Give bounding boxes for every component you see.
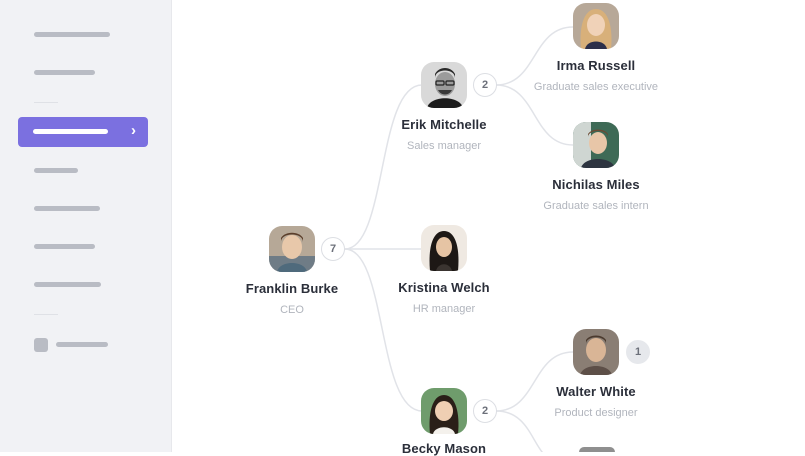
avatar-becky[interactable] [421, 388, 467, 434]
person-role: Sales manager [407, 140, 481, 152]
node-kristina: Kristina Welch HR manager [374, 280, 514, 315]
avatar-nichilas[interactable] [573, 122, 619, 168]
avatar-franklin[interactable] [269, 226, 315, 272]
sidebar-item-active[interactable]: › [18, 117, 148, 147]
person-role: CEO [280, 304, 304, 316]
sidebar-item-7[interactable] [56, 342, 108, 347]
erik-report-count[interactable]: 2 [473, 73, 497, 97]
sidebar-item-2[interactable] [34, 70, 95, 75]
avatar-erik[interactable] [421, 62, 467, 108]
sidebar-item-3[interactable] [34, 168, 78, 173]
person-name: Erik Mitchelle [401, 117, 487, 132]
sidebar-item-1[interactable] [34, 32, 110, 37]
node-irma: Irma Russell Graduate sales executive [526, 58, 666, 93]
avatar-walter[interactable] [573, 329, 619, 375]
walter-report-count[interactable]: 1 [626, 340, 650, 364]
chevron-right-icon: › [131, 122, 136, 139]
person-name: Walter White [556, 384, 636, 399]
franklin-report-count[interactable]: 7 [321, 237, 345, 261]
avatar-partial[interactable] [579, 447, 615, 452]
connector-franklin-erik [344, 84, 423, 250]
sidebar-item-6[interactable] [34, 282, 101, 287]
node-erik: Erik Mitchelle Sales manager [374, 117, 514, 152]
person-name: Irma Russell [556, 58, 636, 73]
sidebar-item-4[interactable] [34, 206, 100, 211]
sidebar-item-5[interactable] [34, 244, 95, 249]
person-role: Graduate sales executive [533, 81, 659, 93]
person-name: Becky Mason [401, 441, 487, 456]
sidebar-active-label-placeholder [33, 129, 108, 134]
person-name: Franklin Burke [245, 281, 339, 296]
org-chart-canvas: 7 Franklin Burke CEO 2 Erik Mitchelle Sa… [172, 0, 805, 456]
person-role: Product designer [554, 407, 638, 419]
node-nichilas: Nichilas Miles Graduate sales intern [526, 177, 666, 212]
person-name: Kristina Welch [398, 280, 490, 295]
becky-report-count[interactable]: 2 [473, 399, 497, 423]
sidebar-square-icon [34, 338, 48, 352]
avatar-kristina[interactable] [421, 225, 467, 271]
connector-lines [344, 26, 574, 452]
node-walter: Walter White Product designer [526, 384, 666, 419]
sidebar: › [0, 0, 172, 452]
avatar-irma[interactable] [573, 3, 619, 49]
sidebar-divider [34, 102, 58, 103]
person-role: HR manager [412, 303, 476, 315]
person-role: Graduate sales intern [543, 200, 649, 212]
connector-franklin-becky [344, 248, 423, 412]
sidebar-divider-2 [34, 314, 58, 315]
person-name: Nichilas Miles [552, 177, 640, 192]
node-becky: Becky Mason [374, 441, 514, 456]
node-franklin: Franklin Burke CEO [222, 281, 362, 316]
